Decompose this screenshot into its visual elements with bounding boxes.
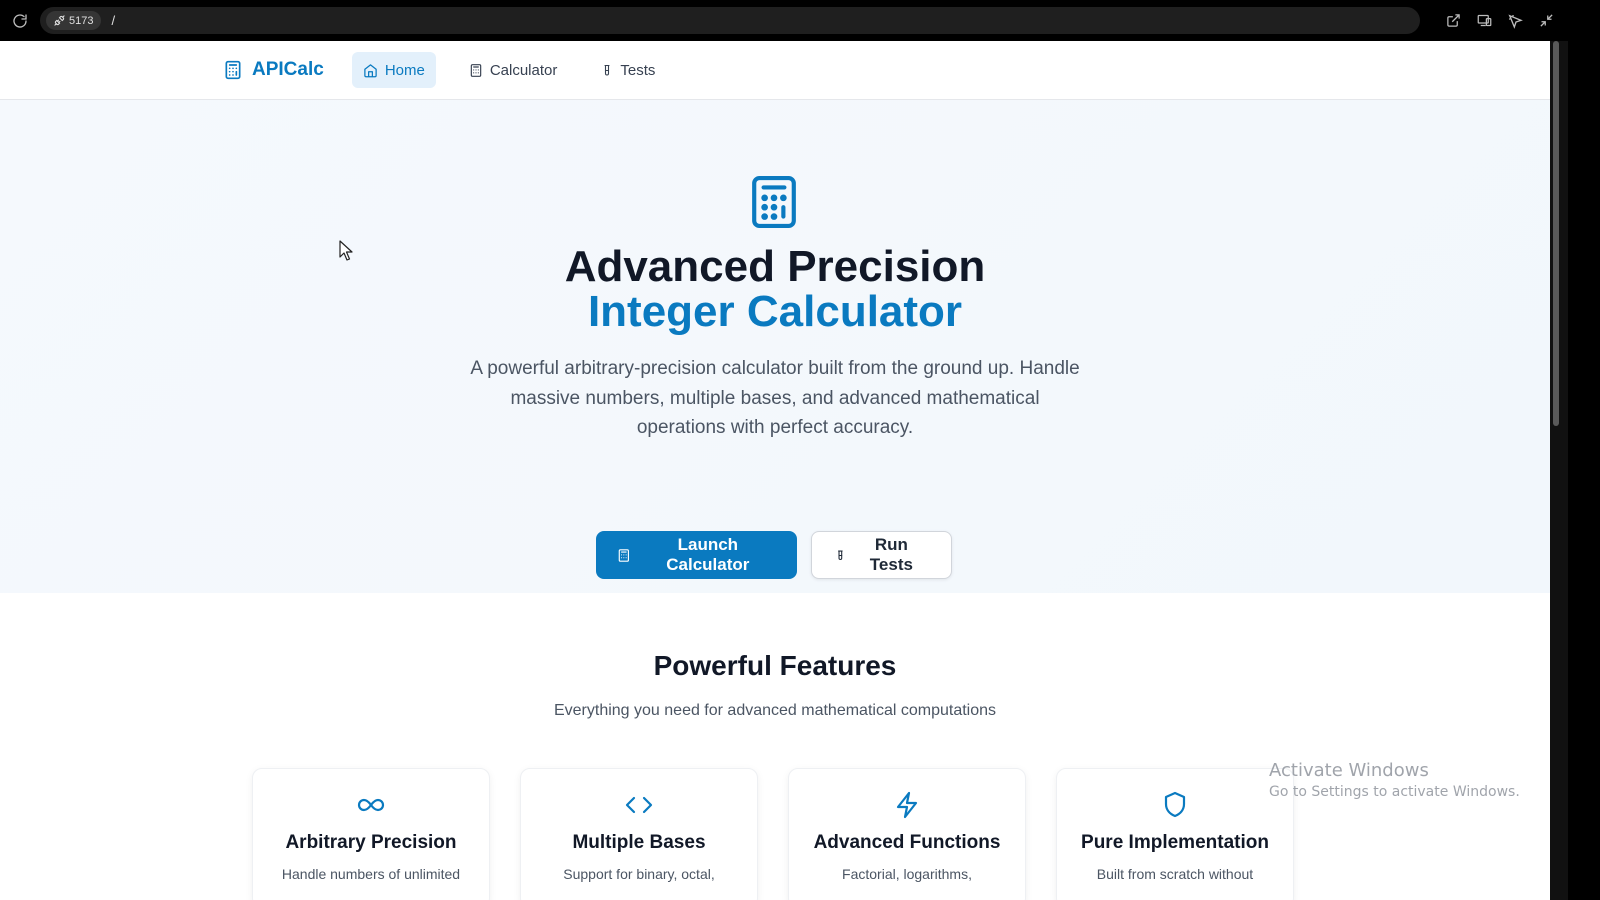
feature-card: Arbitrary Precision Handle numbers of un… <box>252 768 490 900</box>
feature-card: Pure Implementation Built from scratch w… <box>1056 768 1294 900</box>
home-icon <box>364 63 377 77</box>
feature-title: Pure Implementation <box>1081 832 1269 853</box>
calculator-icon <box>749 174 799 235</box>
top-navbar: APICalc Home Calculator Tests <box>0 41 1550 100</box>
page-scrollbar[interactable] <box>1550 41 1568 900</box>
watermark-subtitle: Go to Settings to activate Windows. <box>1269 784 1520 800</box>
port-label: 5173 <box>69 14 94 27</box>
hero-actions: Launch Calculator Run Tests <box>0 531 1550 579</box>
feature-title: Advanced Functions <box>813 832 1001 853</box>
feature-text: Support for binary, octal, <box>563 866 715 882</box>
nav-item-label: Tests <box>620 61 656 79</box>
button-label: Run Tests <box>869 535 913 574</box>
window-edge <box>1568 0 1600 900</box>
hero-section: Advanced Precision Integer Calculator A … <box>0 100 1550 593</box>
port-badge[interactable]: 5173 <box>46 11 102 30</box>
unplug-icon <box>54 15 65 26</box>
feature-card: Multiple Bases Support for binary, octal… <box>520 768 758 900</box>
minimize-icon[interactable] <box>1536 11 1556 31</box>
shield-icon <box>1057 791 1293 819</box>
feature-title: Arbitrary Precision <box>285 832 457 853</box>
windows-activation-watermark: Activate Windows Go to Settings to activ… <box>1269 760 1520 800</box>
features-section: Powerful Features Everything you need fo… <box>0 593 1550 900</box>
button-label: Launch Calculator <box>666 535 750 574</box>
nav-item-calculator[interactable]: Calculator <box>458 52 569 88</box>
brand-logo[interactable]: APICalc <box>223 59 324 81</box>
feature-text: Built from scratch without <box>1096 866 1254 882</box>
watermark-title: Activate Windows <box>1269 760 1429 781</box>
calculator-icon <box>470 63 482 77</box>
infinity-icon <box>253 791 489 819</box>
calculator-icon <box>618 548 629 562</box>
feature-text: Factorial, logarithms, <box>842 866 972 882</box>
url-path: / <box>111 13 116 28</box>
hero-title: Advanced Precision Integer Calculator <box>0 244 1550 334</box>
open-external-icon[interactable] <box>1443 11 1463 31</box>
reload-icon[interactable] <box>0 0 40 41</box>
calculator-icon <box>225 60 241 80</box>
test-tube-icon <box>604 64 610 75</box>
launch-calculator-button[interactable]: Launch Calculator <box>595 531 797 579</box>
hero-description: A powerful arbitrary-precision calculato… <box>470 358 1080 438</box>
inspect-pointer-icon[interactable] <box>1505 11 1525 31</box>
nav-item-label: Home <box>384 61 425 79</box>
responsive-devices-icon[interactable] <box>1474 11 1494 31</box>
test-tube-icon <box>837 549 843 560</box>
code-icon <box>521 791 757 819</box>
feature-text: Handle numbers of unlimited <box>281 866 461 882</box>
nav-item-label: Calculator <box>489 61 558 79</box>
feature-card: Advanced Functions Factorial, logarithms… <box>788 768 1026 900</box>
lightning-icon <box>789 791 1025 819</box>
browser-toolbar: 5173 / <box>0 0 1568 41</box>
run-tests-button[interactable]: Run Tests <box>810 531 952 579</box>
brand-name: APICalc <box>252 59 324 80</box>
address-bar[interactable]: 5173 / <box>40 7 1420 34</box>
mouse-cursor-icon <box>339 240 353 267</box>
nav-item-tests[interactable]: Tests <box>590 52 666 88</box>
hero-title-line1: Advanced Precision <box>564 242 986 291</box>
nav-item-home[interactable]: Home <box>351 52 436 88</box>
feature-title: Multiple Bases <box>572 832 706 853</box>
hero-title-line2: Integer Calculator <box>587 287 963 336</box>
features-subtitle: Everything you need for advanced mathema… <box>553 702 997 719</box>
feature-cards: Arbitrary Precision Handle numbers of un… <box>252 768 1294 900</box>
features-title: Powerful Features <box>653 650 897 681</box>
scrollbar-thumb[interactable] <box>1553 41 1559 426</box>
